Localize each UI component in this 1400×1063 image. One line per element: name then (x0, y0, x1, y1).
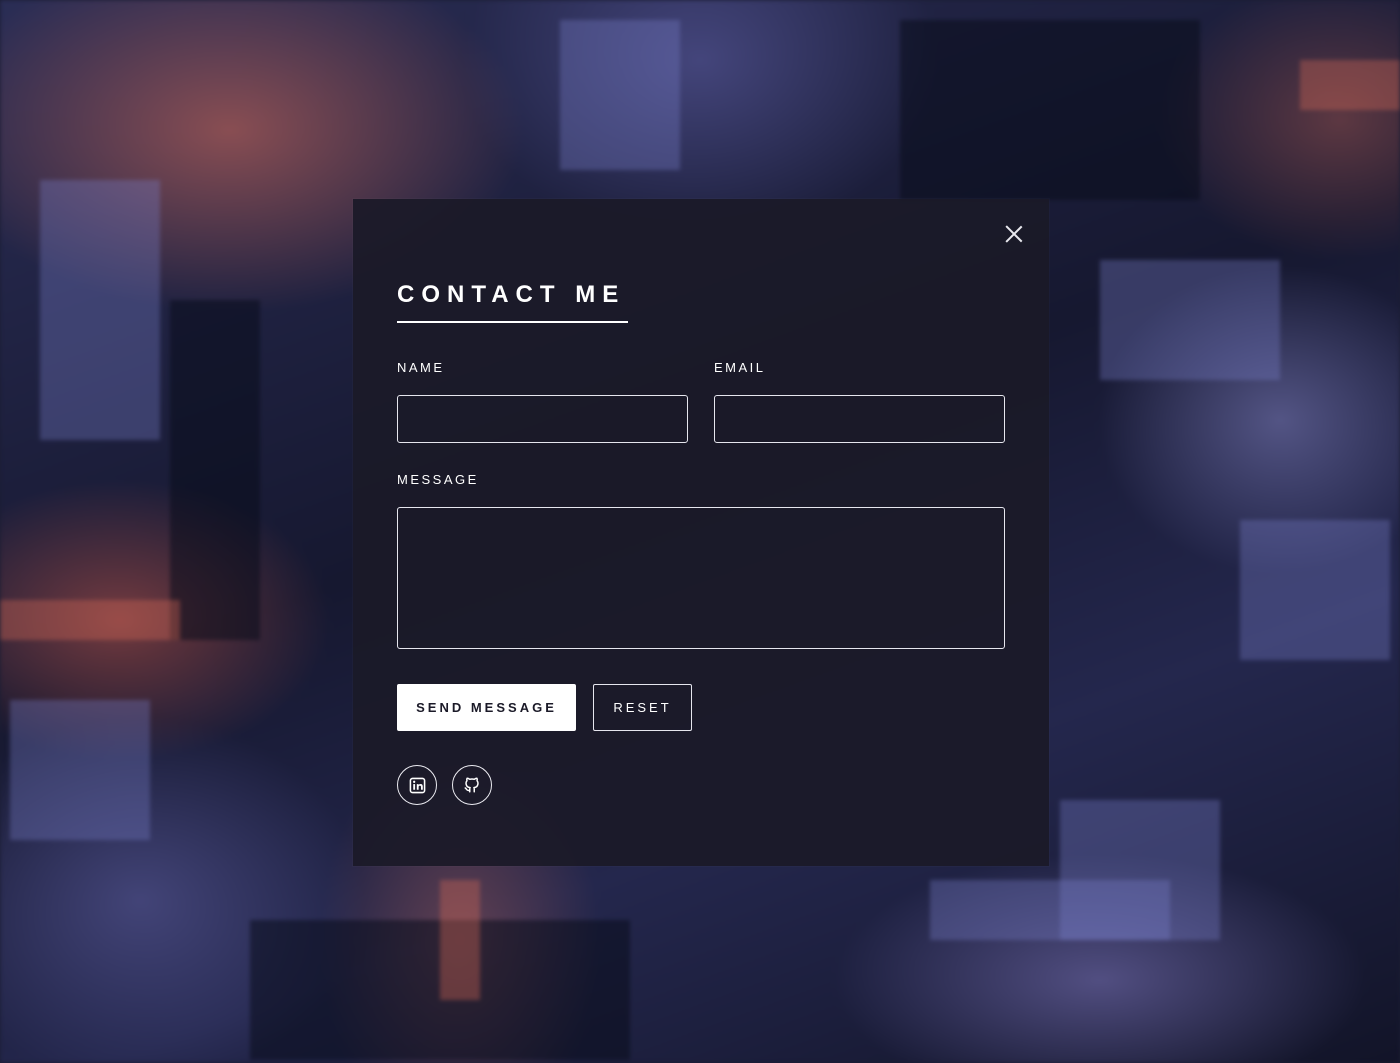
email-input[interactable] (714, 395, 1005, 443)
contact-modal: CONTACT ME NAME EMAIL MESSAGE SEND MESSA… (353, 199, 1049, 866)
name-label: NAME (397, 360, 445, 375)
email-label: EMAIL (714, 360, 766, 375)
send-message-button[interactable]: SEND MESSAGE (397, 684, 576, 731)
name-input[interactable] (397, 395, 688, 443)
message-label: MESSAGE (397, 472, 479, 487)
title-underline (397, 321, 628, 323)
linkedin-link[interactable] (397, 765, 437, 805)
message-textarea[interactable] (397, 507, 1005, 649)
close-icon[interactable] (1005, 225, 1023, 243)
github-icon (464, 777, 479, 793)
modal-title: CONTACT ME (397, 281, 626, 308)
reset-button[interactable]: RESET (593, 684, 692, 731)
github-link[interactable] (452, 765, 492, 805)
linkedin-icon (409, 777, 425, 793)
